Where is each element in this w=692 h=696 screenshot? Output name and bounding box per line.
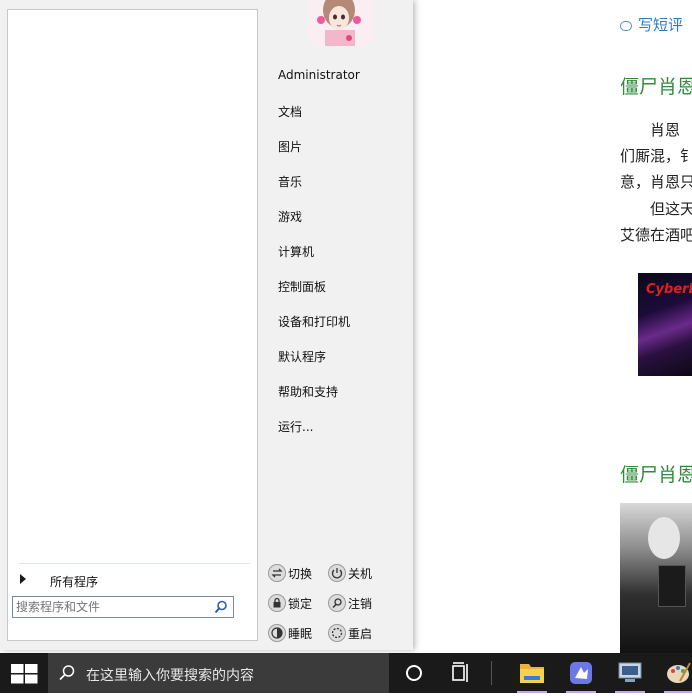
sleep-label: 睡眠 bbox=[288, 626, 313, 641]
lock-icon bbox=[268, 594, 286, 612]
taskbar-separator bbox=[491, 661, 492, 685]
programs-pane: 所有程序 bbox=[7, 9, 258, 641]
paint-app-button[interactable] bbox=[658, 653, 692, 693]
lock-label: 锁定 bbox=[288, 596, 313, 611]
logoff-icon bbox=[328, 594, 346, 612]
taskbar-search-box[interactable]: 在这里输入你要搜索的内容 bbox=[48, 653, 389, 693]
file-explorer-icon bbox=[520, 664, 544, 683]
start-menu: 所有程序 Administrator 文档 图片 音乐 游戏 计算机 控制面板 … bbox=[0, 0, 413, 650]
menu-item-computer[interactable]: 计算机 bbox=[278, 243, 314, 260]
restart-icon bbox=[328, 624, 346, 642]
article-paragraph-line: 艾德在酒吧 bbox=[620, 226, 692, 244]
menu-item-documents[interactable]: 文档 bbox=[278, 103, 302, 120]
start-search-box[interactable] bbox=[12, 596, 234, 618]
switch-user-button[interactable]: 切换 bbox=[268, 563, 312, 583]
menu-item-help-support[interactable]: 帮助和支持 bbox=[278, 383, 338, 400]
menu-item-default-programs[interactable]: 默认程序 bbox=[278, 348, 326, 365]
ad-logo-text: CyberLi bbox=[646, 282, 692, 297]
write-review-label: 写短评 bbox=[638, 16, 684, 34]
task-view-icon bbox=[452, 662, 468, 682]
logoff-button[interactable]: 注销 bbox=[328, 593, 372, 613]
network-app-button[interactable] bbox=[609, 653, 651, 693]
menu-item-devices-printers[interactable]: 设备和打印机 bbox=[278, 313, 350, 330]
power-icon bbox=[328, 564, 346, 582]
article-paragraph-line: 们厮混，钅 bbox=[620, 147, 692, 165]
taskbar: 在这里输入你要搜索的内容 bbox=[0, 653, 692, 693]
all-programs-item[interactable]: 所有程序 bbox=[18, 563, 250, 590]
menu-item-music[interactable]: 音乐 bbox=[278, 173, 302, 190]
search-icon bbox=[59, 665, 75, 681]
menu-item-pictures[interactable]: 图片 bbox=[278, 138, 302, 155]
article-paragraph-line: 意，肖恩只 bbox=[620, 173, 692, 191]
menu-item-games[interactable]: 游戏 bbox=[278, 208, 302, 225]
all-programs-label: 所有程序 bbox=[50, 575, 99, 589]
menu-item-administrator[interactable]: Administrator bbox=[278, 68, 360, 82]
sleep-button[interactable]: 睡眠 bbox=[268, 623, 312, 643]
network-app-icon bbox=[618, 662, 642, 682]
app-icon bbox=[570, 662, 592, 684]
cortana-icon bbox=[406, 665, 422, 681]
switch-user-icon bbox=[268, 564, 286, 582]
lock-button[interactable]: 锁定 bbox=[268, 593, 312, 613]
shutdown-label: 关机 bbox=[348, 566, 373, 581]
article-title-1[interactable]: 僵尸肖恩 bbox=[620, 72, 692, 99]
search-icon[interactable] bbox=[214, 600, 228, 614]
article-title-2[interactable]: 僵尸肖恩 bbox=[620, 460, 692, 487]
file-explorer-button[interactable] bbox=[511, 653, 553, 693]
paint-app-icon bbox=[667, 662, 691, 683]
article-paragraph-line: 但这天 bbox=[620, 200, 692, 218]
cortana-button[interactable] bbox=[393, 653, 435, 693]
menu-item-run[interactable]: 运行... bbox=[278, 418, 313, 435]
shutdown-button[interactable]: 关机 bbox=[328, 563, 372, 583]
article-paragraph-line: 肖恩 bbox=[620, 121, 681, 139]
menu-item-control-panel[interactable]: 控制面板 bbox=[278, 278, 326, 295]
expand-arrow-icon bbox=[20, 574, 26, 584]
restart-button[interactable]: 重启 bbox=[328, 623, 372, 643]
task-view-button[interactable] bbox=[440, 653, 482, 693]
switch-user-label: 切换 bbox=[288, 566, 313, 581]
start-icon[interactable] bbox=[11, 664, 39, 684]
app-button[interactable] bbox=[560, 653, 602, 693]
photo-face bbox=[648, 517, 680, 559]
article-photo bbox=[620, 503, 692, 655]
sleep-icon bbox=[268, 624, 286, 642]
comment-icon bbox=[620, 20, 632, 31]
start-search-input[interactable] bbox=[16, 598, 206, 616]
user-avatar[interactable] bbox=[309, 0, 373, 46]
restart-label: 重启 bbox=[348, 626, 373, 641]
write-review-link[interactable]: 写短评 bbox=[620, 14, 683, 35]
photo-book bbox=[658, 565, 686, 607]
taskbar-search-placeholder: 在这里输入你要搜索的内容 bbox=[86, 668, 254, 684]
logoff-label: 注销 bbox=[348, 596, 373, 611]
